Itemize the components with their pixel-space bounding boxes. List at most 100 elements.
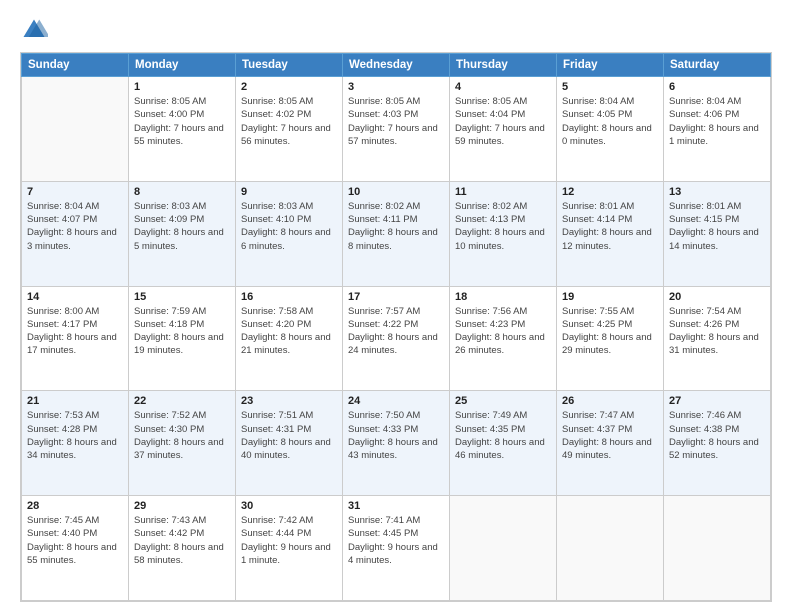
day-number: 15: [134, 291, 230, 303]
day-number: 25: [455, 395, 551, 407]
day-of-week-header: Wednesday: [343, 54, 450, 77]
logo-icon: [20, 16, 48, 44]
calendar-cell: 4 Sunrise: 8:05 AMSunset: 4:04 PMDaylight…: [450, 77, 557, 182]
day-number: 5: [562, 81, 658, 93]
day-info: Sunrise: 7:42 AMSunset: 4:44 PMDaylight:…: [241, 514, 337, 567]
day-number: 4: [455, 81, 551, 93]
day-number: 19: [562, 291, 658, 303]
calendar-cell: 16 Sunrise: 7:58 AMSunset: 4:20 PMDayligh…: [236, 286, 343, 391]
day-of-week-header: Monday: [129, 54, 236, 77]
calendar-cell: 26 Sunrise: 7:47 AMSunset: 4:37 PMDayligh…: [557, 391, 664, 496]
day-number: 2: [241, 81, 337, 93]
calendar-cell: 22 Sunrise: 7:52 AMSunset: 4:30 PMDayligh…: [129, 391, 236, 496]
day-number: 24: [348, 395, 444, 407]
day-number: 13: [669, 186, 765, 198]
day-number: 27: [669, 395, 765, 407]
calendar-cell: 6 Sunrise: 8:04 AMSunset: 4:06 PMDaylight…: [664, 77, 771, 182]
day-of-week-header: Friday: [557, 54, 664, 77]
day-number: 12: [562, 186, 658, 198]
day-info: Sunrise: 8:05 AMSunset: 4:03 PMDaylight:…: [348, 95, 444, 148]
day-number: 18: [455, 291, 551, 303]
day-number: 8: [134, 186, 230, 198]
logo: [20, 16, 52, 44]
day-info: Sunrise: 8:01 AMSunset: 4:15 PMDaylight:…: [669, 200, 765, 253]
calendar-cell: 19Sunrise: 7:55 AMSunset: 4:25 PMDayligh…: [557, 286, 664, 391]
day-info: Sunrise: 8:04 AMSunset: 4:07 PMDaylight:…: [27, 200, 123, 253]
calendar-cell: 1 Sunrise: 8:05 AMSunset: 4:00 PMDaylight…: [129, 77, 236, 182]
calendar-cell: 20Sunrise: 7:54 AMSunset: 4:26 PMDayligh…: [664, 286, 771, 391]
day-number: 23: [241, 395, 337, 407]
calendar-cell: [450, 496, 557, 601]
day-info: Sunrise: 8:02 AMSunset: 4:13 PMDaylight:…: [455, 200, 551, 253]
day-of-week-header: Saturday: [664, 54, 771, 77]
day-number: 29: [134, 500, 230, 512]
day-info: Sunrise: 7:58 AMSunset: 4:20 PMDaylight:…: [241, 305, 337, 358]
calendar-week-row: 28 Sunrise: 7:45 AMSunset: 4:40 PMDayligh…: [22, 496, 771, 601]
day-info: Sunrise: 8:03 AMSunset: 4:10 PMDaylight:…: [241, 200, 337, 253]
calendar-cell: 21Sunrise: 7:53 AMSunset: 4:28 PMDayligh…: [22, 391, 129, 496]
day-number: 6: [669, 81, 765, 93]
calendar-cell: 29 Sunrise: 7:43 AMSunset: 4:42 PMDayligh…: [129, 496, 236, 601]
calendar-cell: 12 Sunrise: 8:01 AMSunset: 4:14 PMDayligh…: [557, 181, 664, 286]
day-info: Sunrise: 8:00 AMSunset: 4:17 PMDaylight:…: [27, 305, 123, 358]
day-info: Sunrise: 8:04 AMSunset: 4:06 PMDaylight:…: [669, 95, 765, 148]
day-number: 31: [348, 500, 444, 512]
day-info: Sunrise: 8:02 AMSunset: 4:11 PMDaylight:…: [348, 200, 444, 253]
calendar-week-row: 21Sunrise: 7:53 AMSunset: 4:28 PMDayligh…: [22, 391, 771, 496]
calendar-cell: 28 Sunrise: 7:45 AMSunset: 4:40 PMDayligh…: [22, 496, 129, 601]
calendar-cell: 13 Sunrise: 8:01 AMSunset: 4:15 PMDayligh…: [664, 181, 771, 286]
calendar-cell: 9 Sunrise: 8:03 AMSunset: 4:10 PMDaylight…: [236, 181, 343, 286]
day-number: 22: [134, 395, 230, 407]
day-number: 26: [562, 395, 658, 407]
day-number: 28: [27, 500, 123, 512]
day-info: Sunrise: 7:56 AMSunset: 4:23 PMDaylight:…: [455, 305, 551, 358]
calendar-cell: 2 Sunrise: 8:05 AMSunset: 4:02 PMDaylight…: [236, 77, 343, 182]
calendar-cell: 10Sunrise: 8:02 AMSunset: 4:11 PMDayligh…: [343, 181, 450, 286]
header: [20, 16, 772, 44]
calendar-cell: 25 Sunrise: 7:49 AMSunset: 4:35 PMDayligh…: [450, 391, 557, 496]
day-info: Sunrise: 7:51 AMSunset: 4:31 PMDaylight:…: [241, 409, 337, 462]
calendar-cell: 3 Sunrise: 8:05 AMSunset: 4:03 PMDaylight…: [343, 77, 450, 182]
day-info: Sunrise: 7:43 AMSunset: 4:42 PMDaylight:…: [134, 514, 230, 567]
day-info: Sunrise: 7:49 AMSunset: 4:35 PMDaylight:…: [455, 409, 551, 462]
day-info: Sunrise: 8:05 AMSunset: 4:00 PMDaylight:…: [134, 95, 230, 148]
day-info: Sunrise: 7:45 AMSunset: 4:40 PMDaylight:…: [27, 514, 123, 567]
calendar-cell: 14Sunrise: 8:00 AMSunset: 4:17 PMDayligh…: [22, 286, 129, 391]
calendar-week-row: 14Sunrise: 8:00 AMSunset: 4:17 PMDayligh…: [22, 286, 771, 391]
calendar-header-row: SundayMondayTuesdayWednesdayThursdayFrid…: [22, 54, 771, 77]
calendar-cell: 18 Sunrise: 7:56 AMSunset: 4:23 PMDayligh…: [450, 286, 557, 391]
page: SundayMondayTuesdayWednesdayThursdayFrid…: [0, 0, 792, 612]
calendar-cell: [664, 496, 771, 601]
day-of-week-header: Sunday: [22, 54, 129, 77]
day-number: 3: [348, 81, 444, 93]
day-info: Sunrise: 7:53 AMSunset: 4:28 PMDaylight:…: [27, 409, 123, 462]
calendar-cell: 7 Sunrise: 8:04 AMSunset: 4:07 PMDaylight…: [22, 181, 129, 286]
day-info: Sunrise: 7:52 AMSunset: 4:30 PMDaylight:…: [134, 409, 230, 462]
calendar-cell: 30 Sunrise: 7:42 AMSunset: 4:44 PMDayligh…: [236, 496, 343, 601]
day-info: Sunrise: 7:47 AMSunset: 4:37 PMDaylight:…: [562, 409, 658, 462]
day-of-week-header: Tuesday: [236, 54, 343, 77]
calendar-cell: 15 Sunrise: 7:59 AMSunset: 4:18 PMDayligh…: [129, 286, 236, 391]
day-number: 30: [241, 500, 337, 512]
calendar-cell: 27 Sunrise: 7:46 AMSunset: 4:38 PMDayligh…: [664, 391, 771, 496]
day-number: 1: [134, 81, 230, 93]
day-number: 16: [241, 291, 337, 303]
day-number: 9: [241, 186, 337, 198]
day-number: 7: [27, 186, 123, 198]
day-info: Sunrise: 7:59 AMSunset: 4:18 PMDaylight:…: [134, 305, 230, 358]
calendar: SundayMondayTuesdayWednesdayThursdayFrid…: [20, 52, 772, 602]
calendar-cell: 5 Sunrise: 8:04 AMSunset: 4:05 PMDaylight…: [557, 77, 664, 182]
day-info: Sunrise: 8:05 AMSunset: 4:02 PMDaylight:…: [241, 95, 337, 148]
calendar-cell: 8 Sunrise: 8:03 AMSunset: 4:09 PMDaylight…: [129, 181, 236, 286]
day-info: Sunrise: 8:04 AMSunset: 4:05 PMDaylight:…: [562, 95, 658, 148]
calendar-cell: 11Sunrise: 8:02 AMSunset: 4:13 PMDayligh…: [450, 181, 557, 286]
day-of-week-header: Thursday: [450, 54, 557, 77]
day-info: Sunrise: 8:05 AMSunset: 4:04 PMDaylight:…: [455, 95, 551, 148]
day-info: Sunrise: 8:01 AMSunset: 4:14 PMDaylight:…: [562, 200, 658, 253]
day-info: Sunrise: 7:41 AMSunset: 4:45 PMDaylight:…: [348, 514, 444, 567]
day-number: 20: [669, 291, 765, 303]
day-info: Sunrise: 7:46 AMSunset: 4:38 PMDaylight:…: [669, 409, 765, 462]
day-info: Sunrise: 7:50 AMSunset: 4:33 PMDaylight:…: [348, 409, 444, 462]
day-info: Sunrise: 8:03 AMSunset: 4:09 PMDaylight:…: [134, 200, 230, 253]
calendar-cell: [22, 77, 129, 182]
